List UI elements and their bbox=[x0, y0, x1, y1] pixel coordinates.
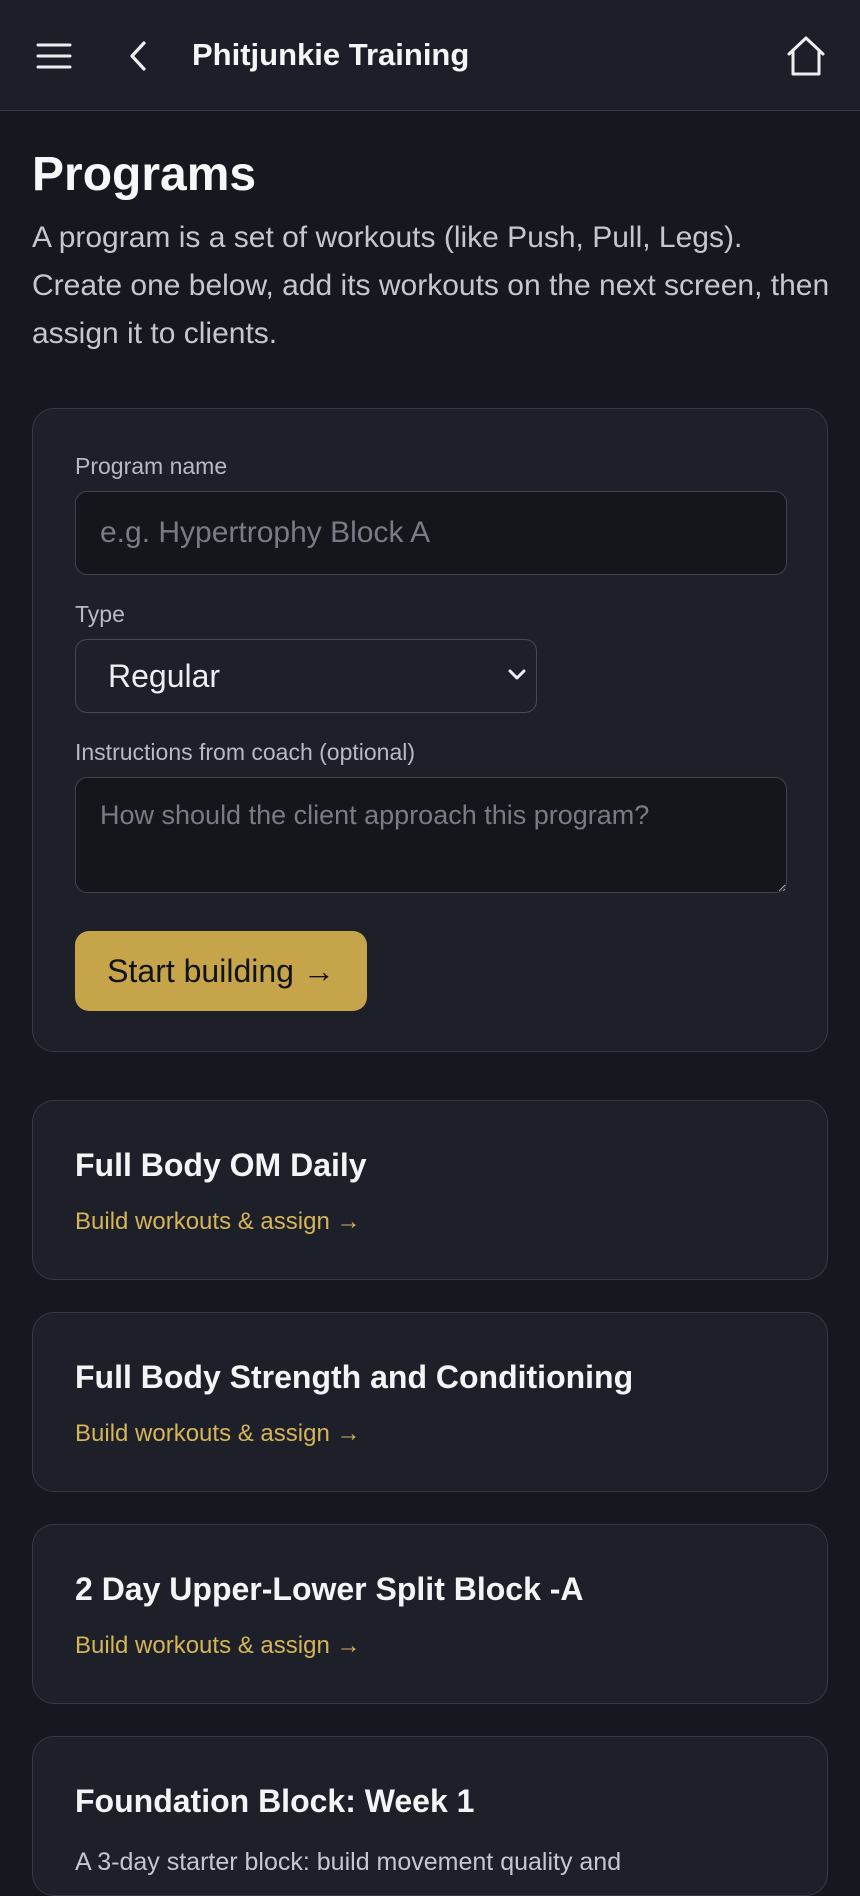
program-card[interactable]: Full Body Strength and Conditioning Buil… bbox=[32, 1312, 828, 1492]
back-icon bbox=[130, 41, 146, 71]
type-label: Type bbox=[75, 601, 125, 627]
program-name-input[interactable] bbox=[75, 491, 787, 575]
chevron-down-icon bbox=[508, 669, 526, 680]
program-description: A 3-day starter block: build movement qu… bbox=[75, 1848, 622, 1876]
type-select[interactable]: Regular bbox=[75, 639, 537, 713]
home-button[interactable] bbox=[780, 32, 832, 80]
program-name: 2 Day Upper-Lower Split Block -A bbox=[75, 1571, 584, 1607]
menu-button[interactable] bbox=[30, 34, 78, 78]
program-name-label: Program name bbox=[75, 453, 228, 479]
build-workouts-link[interactable]: Build workouts & assign → bbox=[75, 1207, 360, 1237]
program-name: Full Body Strength and Conditioning bbox=[75, 1359, 634, 1395]
top-app-bar: Phitjunkie Training bbox=[0, 0, 860, 111]
back-button[interactable] bbox=[118, 34, 158, 78]
instructions-label: Instructions from coach (optional) bbox=[75, 739, 416, 765]
build-workouts-link[interactable]: Build workouts & assign → bbox=[75, 1631, 360, 1661]
create-program-form: Program name Type Regular Instructions f… bbox=[32, 408, 828, 1052]
build-workouts-link[interactable]: Build workouts & assign → bbox=[75, 1419, 360, 1449]
page-intro: A program is a set of workouts (like Pus… bbox=[32, 221, 830, 350]
page-title: Programs bbox=[32, 148, 257, 201]
instructions-textarea[interactable] bbox=[75, 777, 787, 893]
program-card[interactable]: Foundation Block: Week 1 A 3-day starter… bbox=[32, 1736, 828, 1896]
menu-icon bbox=[36, 43, 72, 69]
program-card[interactable]: 2 Day Upper-Lower Split Block -A Build w… bbox=[32, 1524, 828, 1704]
type-select-value: Regular bbox=[108, 657, 221, 694]
program-name: Foundation Block: Week 1 bbox=[75, 1783, 475, 1819]
app-title: Phitjunkie Training bbox=[192, 37, 470, 72]
program-name: Full Body OM Daily bbox=[75, 1147, 367, 1183]
start-building-button[interactable]: Start building → bbox=[75, 931, 367, 1011]
home-icon bbox=[787, 36, 825, 76]
program-card[interactable]: Full Body OM Daily Build workouts & assi… bbox=[32, 1100, 828, 1280]
